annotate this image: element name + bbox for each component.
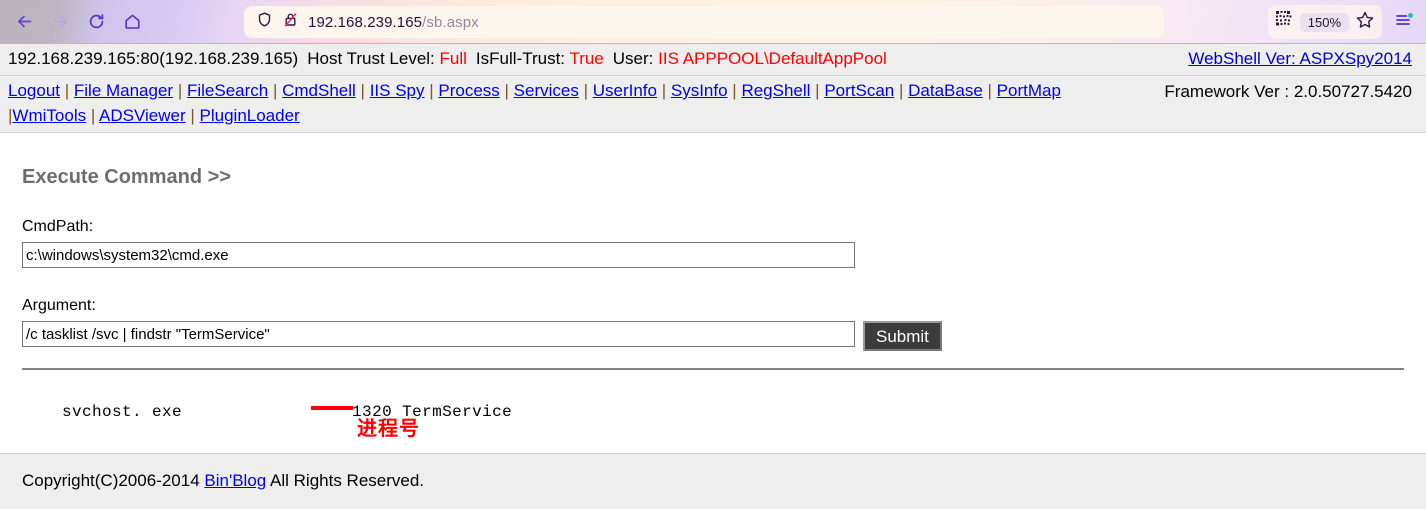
page-title: Execute Command >> xyxy=(22,166,231,189)
host-trust-value: Full xyxy=(439,49,467,68)
cmdpath-row xyxy=(22,242,1404,269)
url-bar[interactable]: 192.168.239.165/sb.aspx xyxy=(244,6,1164,38)
browser-toolbar: 192.168.239.165/sb.aspx 150% xyxy=(0,0,1426,44)
navigation-buttons xyxy=(0,6,150,38)
toolbar-right-group: 150% xyxy=(1267,5,1382,39)
user-value: IIS APPPOOL\DefaultAppPool xyxy=(658,49,887,68)
argument-input[interactable] xyxy=(22,321,855,348)
nav-link-database[interactable]: DataBase xyxy=(908,81,983,100)
qr-code-icon[interactable] xyxy=(1275,10,1294,34)
argument-label: Argument: xyxy=(22,297,96,315)
url-path: /sb.aspx xyxy=(422,13,479,31)
copyright-prefix: Copyright(C)2006-2014 xyxy=(22,471,205,490)
reload-icon xyxy=(87,12,106,31)
nav-link-pluginloader[interactable]: PluginLoader xyxy=(200,106,300,125)
status-band: 192.168.239.165:80(192.168.239.165) Host … xyxy=(0,44,1426,76)
pid-annotation-label: 进程号 xyxy=(357,416,420,441)
isfulltrust-value: True xyxy=(569,49,604,68)
host-trust-label: Host Trust Level: xyxy=(307,49,435,68)
url-text: 192.168.239.165/sb.aspx xyxy=(308,14,479,31)
output-text: svchost. exe 1320 TermService xyxy=(62,403,513,422)
webshell-version-link[interactable]: WebShell Ver: ASPXSpy2014 xyxy=(1188,49,1412,69)
nav-link-portscan[interactable]: PortScan xyxy=(824,81,894,100)
nav-link-wmitools[interactable]: WmiTools xyxy=(12,106,86,125)
isfulltrust-label: IsFull-Trust: xyxy=(475,49,566,68)
argument-row: Submit xyxy=(22,321,1404,352)
nav-links: Logout | File Manager | FileSearch | Cmd… xyxy=(8,81,1061,125)
star-icon[interactable] xyxy=(1355,10,1375,35)
menu-notification-dot xyxy=(1407,12,1414,19)
back-arrow-icon xyxy=(15,12,34,31)
home-button[interactable] xyxy=(114,6,150,38)
nav-link-cmdshell[interactable]: CmdShell xyxy=(282,81,356,100)
cmdpath-input[interactable] xyxy=(22,242,855,269)
nav-link-sysinfo[interactable]: SysInfo xyxy=(671,81,728,100)
home-icon xyxy=(123,12,142,31)
server-address: 192.168.239.165:80(192.168.239.165) xyxy=(8,49,299,68)
url-host: 192.168.239.165 xyxy=(308,13,423,31)
shield-icon[interactable] xyxy=(256,11,273,33)
forward-button[interactable] xyxy=(42,6,78,38)
nav-link-adsviewer[interactable]: ADSViewer xyxy=(99,106,186,125)
content-divider xyxy=(22,368,1404,371)
nav-link-file-manager[interactable]: File Manager xyxy=(74,81,173,100)
status-line: 192.168.239.165:80(192.168.239.165) Host … xyxy=(8,49,887,68)
user-label: User: xyxy=(612,49,654,68)
lock-crossed-icon[interactable] xyxy=(282,11,299,33)
toolbar-right-icons: 150% xyxy=(1267,5,1420,39)
copyright-suffix: All Rights Reserved. xyxy=(266,471,425,490)
zoom-level-badge[interactable]: 150% xyxy=(1299,12,1349,32)
nav-link-iis-spy[interactable]: IIS Spy xyxy=(370,81,425,100)
nav-link-process[interactable]: Process xyxy=(438,81,499,100)
forward-arrow-icon xyxy=(51,12,70,31)
framework-version: Framework Ver : 2.0.50727.5420 xyxy=(1164,82,1412,101)
nav-band: Logout | File Manager | FileSearch | Cmd… xyxy=(0,76,1426,134)
nav-link-services[interactable]: Services xyxy=(514,81,579,100)
nav-link-portmap[interactable]: PortMap xyxy=(997,81,1061,100)
nav-link-filesearch[interactable]: FileSearch xyxy=(187,81,268,100)
pid-underline-annotation xyxy=(311,406,353,411)
cmdpath-label: CmdPath: xyxy=(22,218,94,236)
menu-button[interactable] xyxy=(1386,5,1420,39)
submit-button[interactable]: Submit xyxy=(863,321,942,352)
nav-link-userinfo[interactable]: UserInfo xyxy=(593,81,657,100)
nav-link-regshell[interactable]: RegShell xyxy=(741,81,810,100)
binblog-link[interactable]: Bin'Blog xyxy=(204,471,266,490)
page-footer: Copyright(C)2006-2014 Bin'Blog All Right… xyxy=(0,453,1426,509)
back-button[interactable] xyxy=(6,6,42,38)
nav-link-logout[interactable]: Logout xyxy=(8,81,60,100)
main-content: Execute Command >> CmdPath: Argument: Su… xyxy=(0,133,1426,444)
reload-button[interactable] xyxy=(78,6,114,38)
